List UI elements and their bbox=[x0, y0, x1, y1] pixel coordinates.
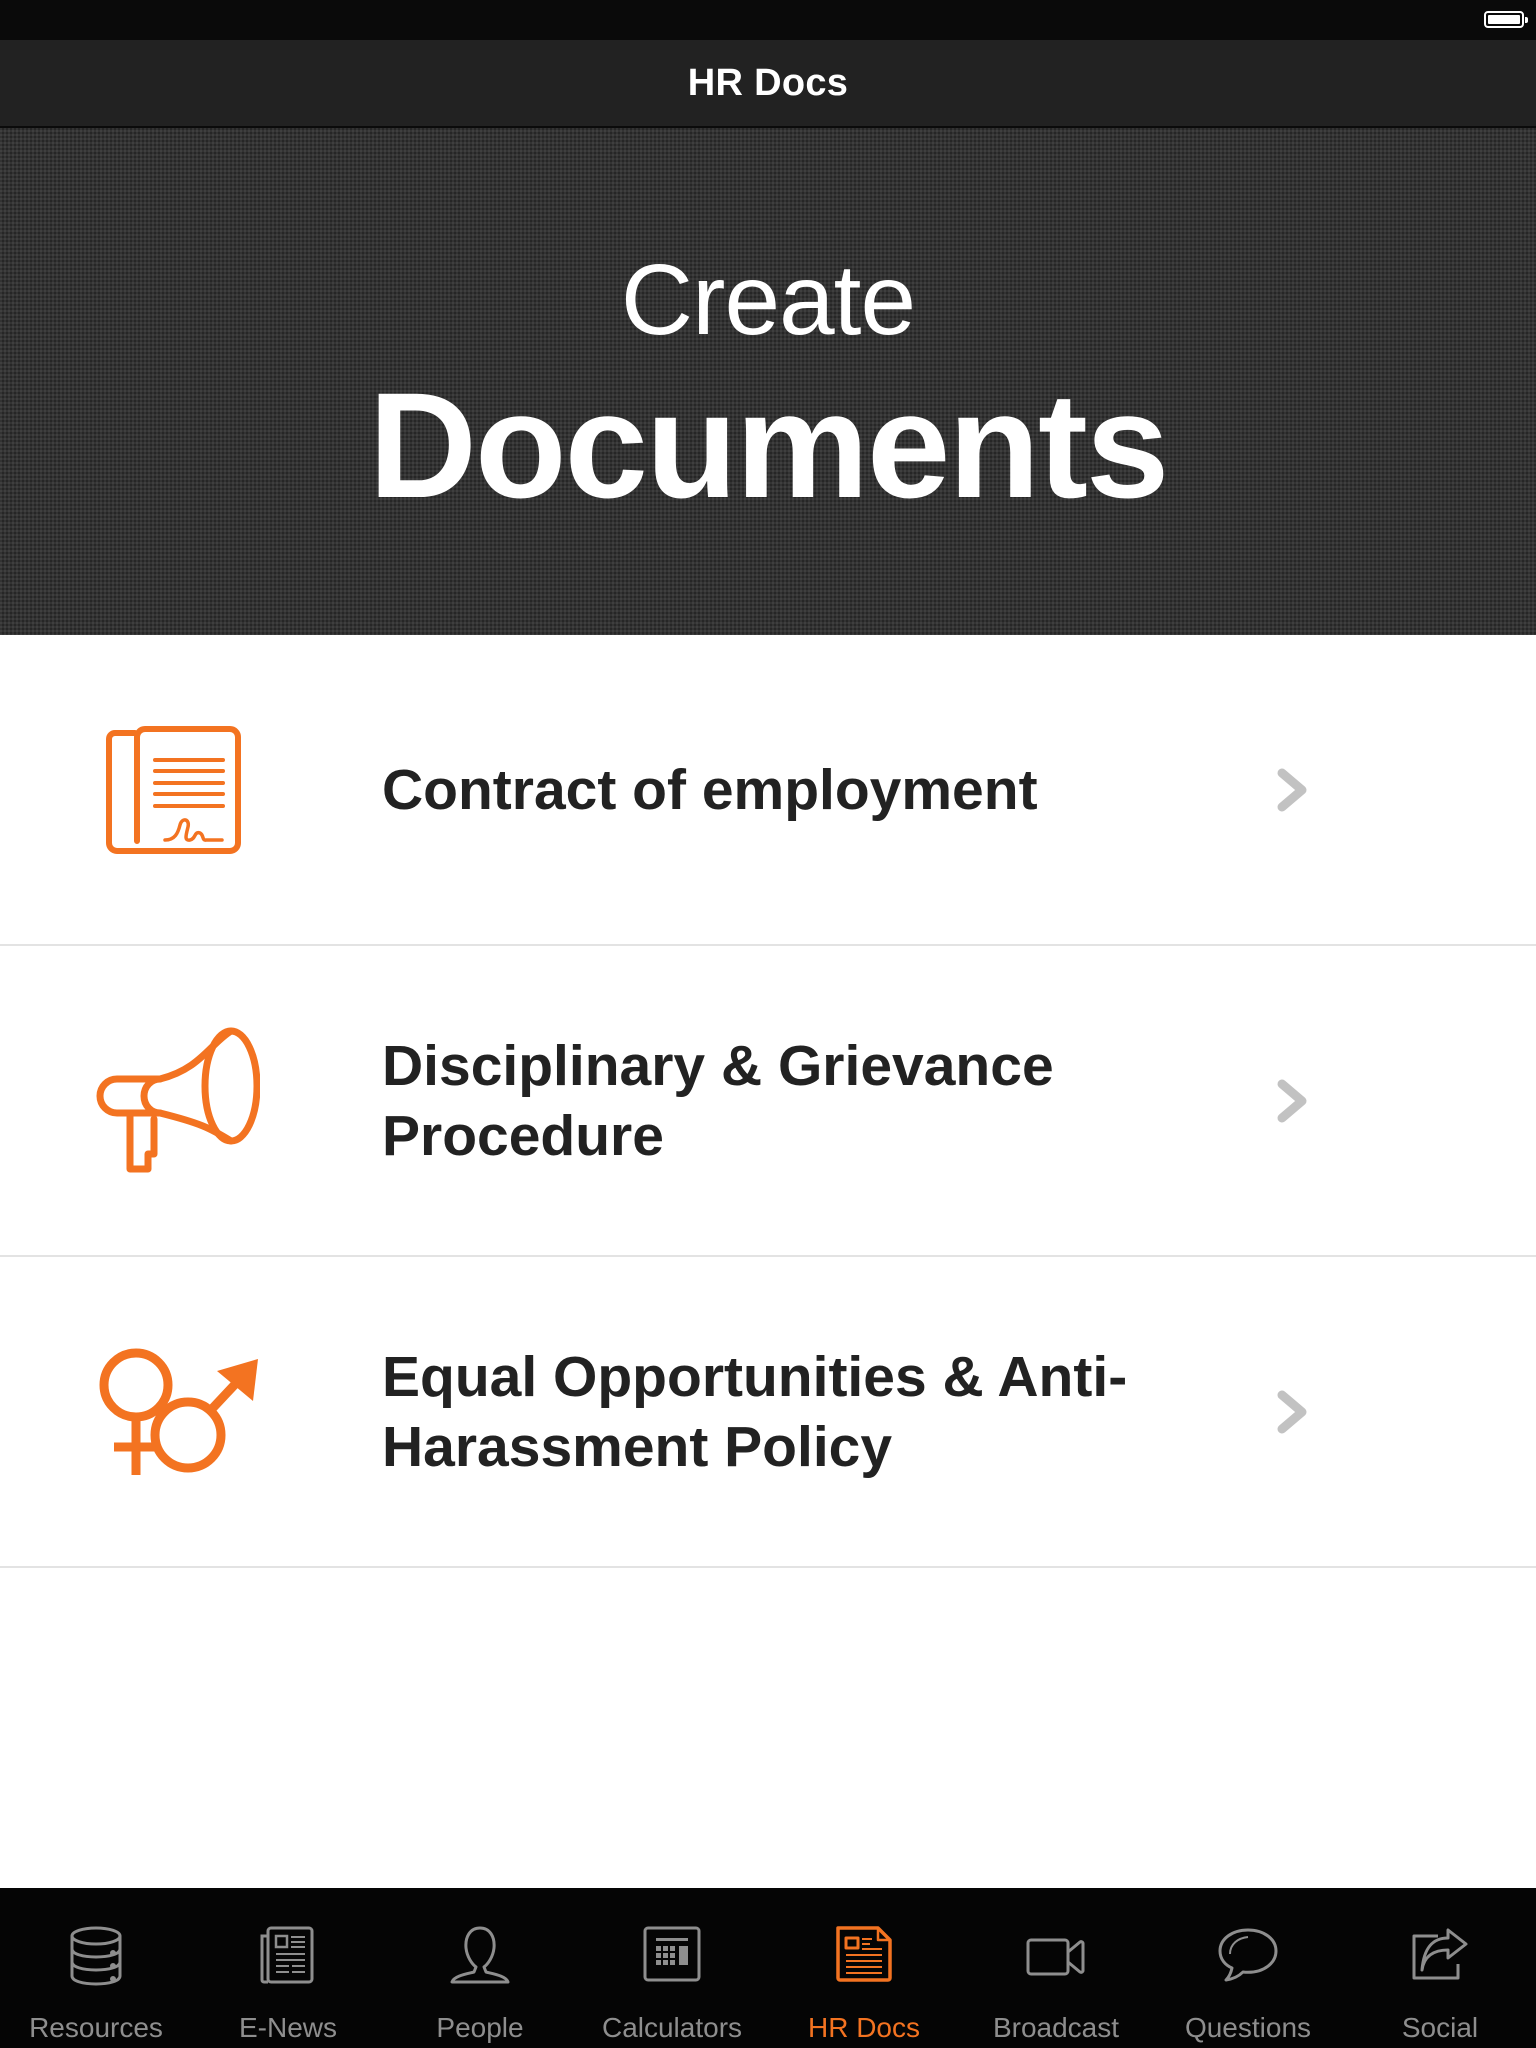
tab-broadcast[interactable]: Broadcast bbox=[960, 1888, 1152, 2048]
page-title: HR Docs bbox=[687, 61, 849, 104]
tab-hr-docs[interactable]: HR Docs bbox=[768, 1888, 960, 2048]
tab-label: People bbox=[436, 2012, 524, 2043]
tab-resources[interactable]: Resources bbox=[0, 1888, 192, 2048]
hr-docs-icon bbox=[832, 1924, 896, 1988]
status-bar bbox=[0, 0, 1536, 40]
chevron-right-icon bbox=[1277, 768, 1307, 811]
tab-label: Resources bbox=[29, 2012, 163, 2043]
document-title: Equal Opportunities & Anti-Harassment Po… bbox=[382, 1344, 1128, 1479]
tab-e-news[interactable]: E-News bbox=[192, 1888, 384, 2048]
list-item-disciplinary-grievance[interactable]: Disciplinary & Grievance Procedure bbox=[0, 946, 1536, 1257]
tab-label: HR Docs bbox=[807, 2012, 920, 2043]
tab-label: Calculators bbox=[601, 2012, 743, 2043]
tab-bar: Resources E-News People Calculators HR D… bbox=[0, 1888, 1536, 2048]
newspaper-icon bbox=[256, 1924, 320, 1988]
gender-symbols-icon bbox=[90, 1335, 260, 1490]
calculator-icon bbox=[640, 1924, 704, 1988]
navigation-bar: HR Docs bbox=[0, 40, 1536, 128]
tab-label: E-News bbox=[238, 2012, 337, 2043]
document-title: Contract of employment bbox=[382, 757, 1038, 822]
battery-full-icon bbox=[1484, 11, 1528, 28]
banner-heading-light: Create bbox=[620, 244, 916, 356]
list-item-contract-of-employment[interactable]: Contract of employment bbox=[0, 635, 1536, 946]
video-camera-icon bbox=[1024, 1924, 1088, 1988]
chevron-right-icon bbox=[1277, 1390, 1307, 1433]
hero-banner: Create Documents bbox=[0, 128, 1536, 635]
tab-social[interactable]: Social bbox=[1344, 1888, 1536, 2048]
tab-label: Broadcast bbox=[992, 2012, 1120, 2043]
speech-bubble-icon bbox=[1216, 1924, 1280, 1988]
chevron-right-icon bbox=[1277, 1079, 1307, 1122]
document-title: Disciplinary & Grievance Procedure bbox=[382, 1033, 1054, 1168]
contract-document-icon bbox=[90, 713, 260, 868]
tab-questions[interactable]: Questions bbox=[1152, 1888, 1344, 2048]
tab-label: Social bbox=[1401, 2012, 1479, 2043]
tab-people[interactable]: People bbox=[384, 1888, 576, 2048]
banner-heading-bold: Documents bbox=[368, 361, 1170, 529]
megaphone-icon bbox=[90, 1024, 261, 1179]
tab-calculators[interactable]: Calculators bbox=[576, 1888, 768, 2048]
tab-label: Questions bbox=[1184, 2012, 1312, 2043]
person-icon bbox=[448, 1924, 512, 1988]
database-icon bbox=[64, 1924, 128, 1988]
document-list: Contract of employment Disciplinary & Gr… bbox=[0, 635, 1536, 1568]
list-item-equal-opportunities[interactable]: Equal Opportunities & Anti-Harassment Po… bbox=[0, 1257, 1536, 1568]
share-icon bbox=[1408, 1924, 1472, 1988]
